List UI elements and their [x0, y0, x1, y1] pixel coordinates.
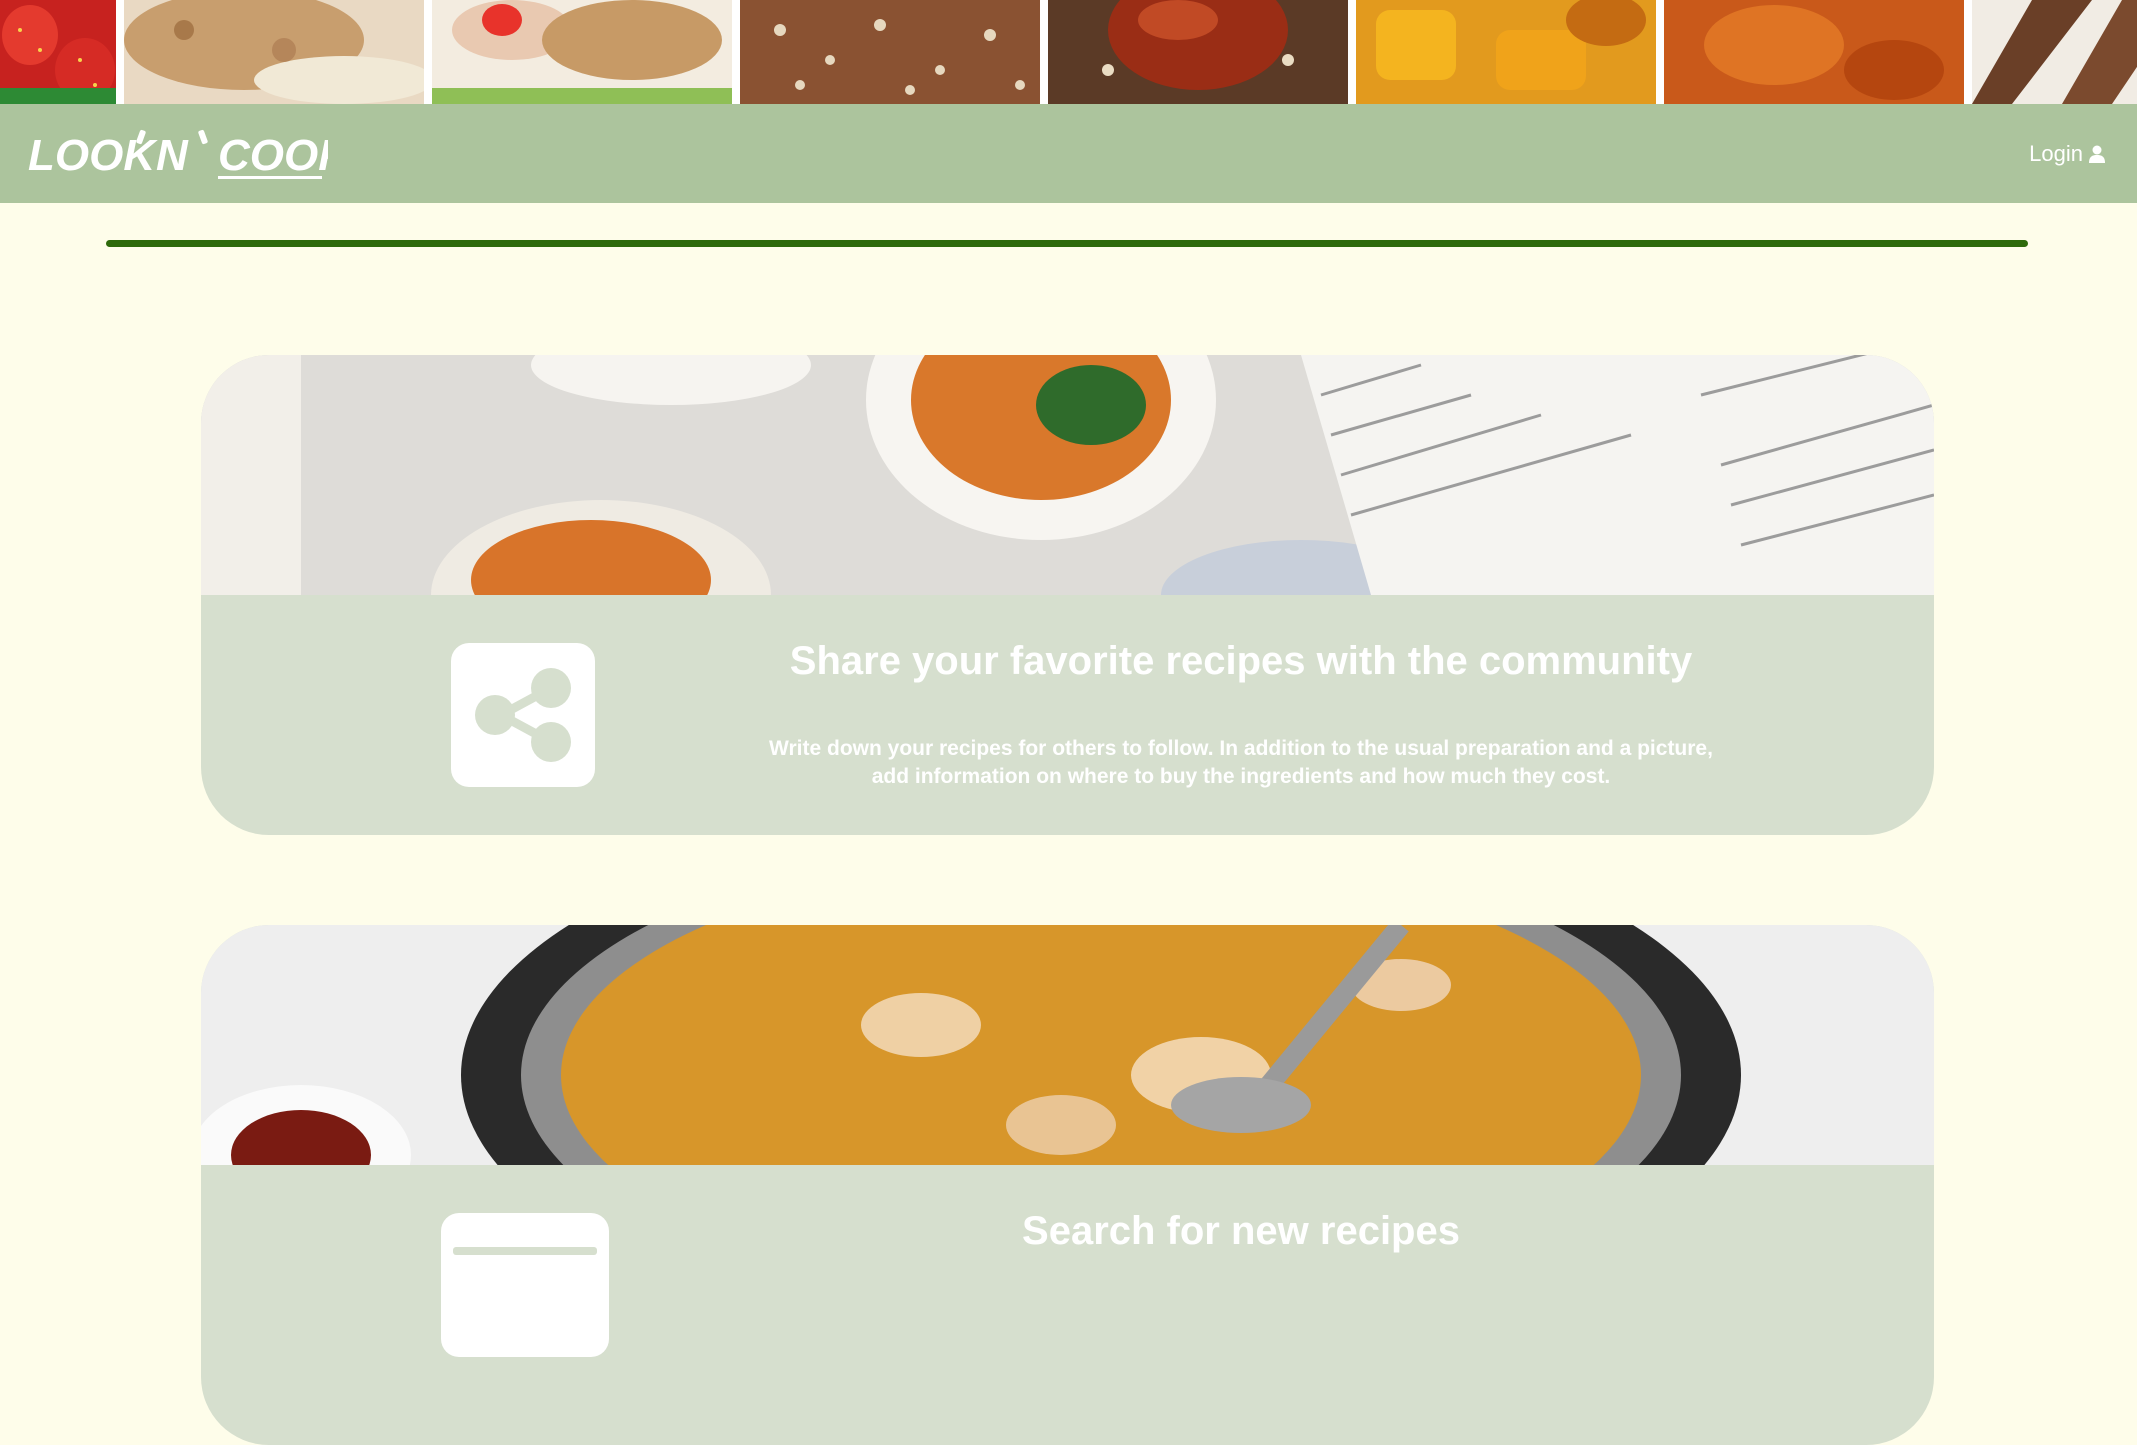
login-link[interactable]: Login [2029, 141, 2105, 167]
card-body: Share your favorite recipes with the com… [201, 595, 1934, 835]
curry-photo [1664, 0, 1964, 104]
card-title: Share your favorite recipes with the com… [789, 639, 1693, 683]
feature-card-share: Share your favorite recipes with the com… [201, 355, 1934, 835]
svg-text:N: N [156, 131, 189, 180]
logo[interactable]: LOOK N COOK [28, 124, 353, 189]
section-divider [106, 240, 2028, 247]
cookbook-photo [201, 355, 1934, 595]
card-title: Search for new recipes [1022, 1209, 1460, 1253]
mango-photo [1356, 0, 1656, 104]
strawberry-photo [0, 0, 116, 104]
svg-text:COOK: COOK [218, 131, 328, 180]
granola-photo [740, 0, 1040, 104]
card-description: Write down your recipes for others to fo… [769, 737, 1713, 788]
chestnut-photo [1048, 0, 1348, 104]
salad-photo [432, 0, 732, 104]
share-icon-tile [451, 643, 595, 787]
user-icon [2089, 145, 2105, 163]
card-body: Search for new recipes [201, 1165, 1934, 1405]
pastry-photo [124, 0, 424, 104]
logo-image: LOOK N COOK [28, 129, 353, 180]
feature-card-search: Search for new recipes [201, 925, 1934, 1445]
login-label: Login [2029, 141, 2083, 166]
chocolate-photo [1972, 0, 2137, 104]
stew-photo [201, 925, 1934, 1165]
navbar: LOOK N COOK Login [0, 104, 2137, 203]
share-icon [475, 668, 571, 762]
search-icon-tile [441, 1213, 609, 1357]
search-icon [453, 1247, 597, 1255]
food-photo-strip [0, 0, 2137, 104]
